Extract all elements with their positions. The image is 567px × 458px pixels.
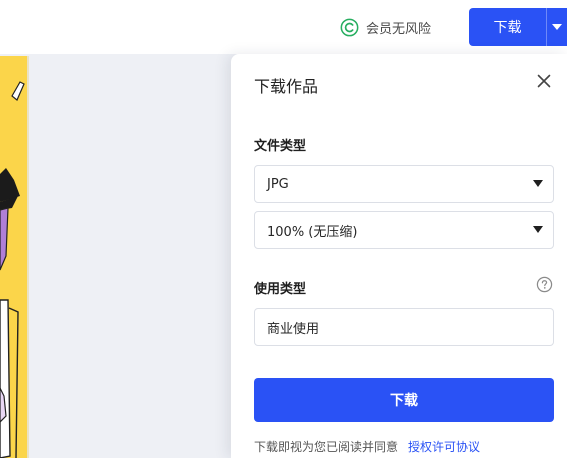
usage-type-field[interactable]: 商业使用 [254,308,554,346]
top-bar: 会员无风险 下载 [0,0,567,54]
quality-select[interactable]: 100% (无压缩) [254,211,554,249]
caret-down-icon [552,23,562,30]
design-artwork[interactable] [0,56,29,458]
panel-title: 下载作品 [254,77,319,96]
close-icon[interactable] [535,72,553,90]
question-circle-icon[interactable] [536,276,553,293]
download-panel: 下载作品 文件类型 JPG 100% (无压缩) 使用类型 商业使用 下载 下载… [231,54,567,458]
format-select[interactable]: JPG [254,165,554,203]
agreement-note: 下载即视为您已阅读并同意 授权许可协议 [254,438,480,455]
top-download-label[interactable]: 下载 [469,8,546,46]
quality-select-value: 100% (无压缩) [267,224,358,240]
member-badge-label: 会员无风险 [366,21,432,37]
download-options-toggle[interactable] [547,8,567,46]
member-risk-free-badge[interactable]: 会员无风险 [340,17,431,37]
download-button[interactable]: 下载 [254,378,554,422]
usage-type-label: 使用类型 [254,282,307,297]
copyright-circle-icon [340,18,359,36]
license-agreement-link[interactable]: 授权许可协议 [408,440,480,454]
top-download-button[interactable]: 下载 [469,8,567,46]
caret-down-icon [533,180,543,187]
agreement-text: 下载即视为您已阅读并同意 [254,440,399,454]
format-select-value: JPG [267,176,289,192]
file-type-label: 文件类型 [254,139,307,154]
usage-type-value: 商业使用 [267,321,320,337]
caret-down-icon [533,226,543,233]
